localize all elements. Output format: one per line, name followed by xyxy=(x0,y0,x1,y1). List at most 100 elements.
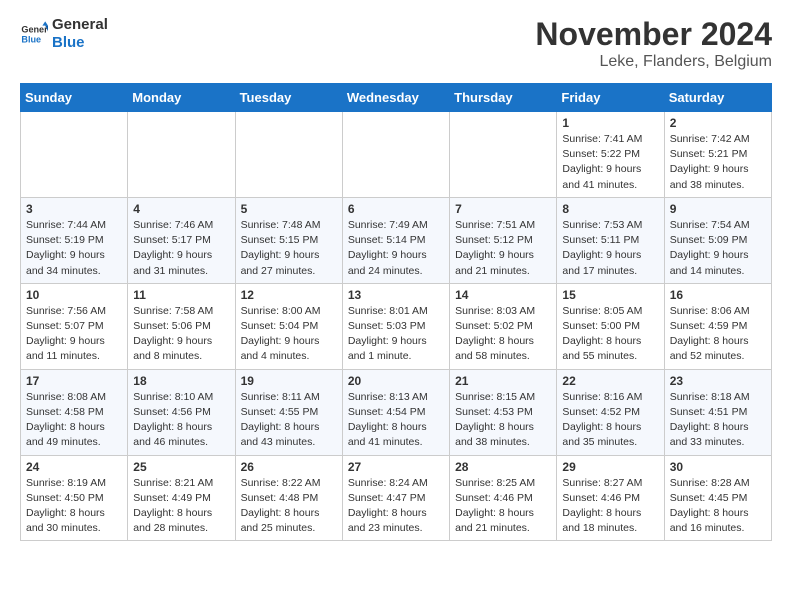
day-info: Sunrise: 7:58 AM Sunset: 5:06 PM Dayligh… xyxy=(133,304,229,365)
day-number: 6 xyxy=(348,202,444,216)
calendar-day-cell: 24 Sunrise: 8:19 AM Sunset: 4:50 PM Dayli… xyxy=(21,455,128,541)
day-number: 18 xyxy=(133,374,229,388)
calendar-day-cell: 14 Sunrise: 8:03 AM Sunset: 5:02 PM Dayli… xyxy=(450,283,557,369)
weekday-header-cell: Thursday xyxy=(450,84,557,112)
calendar-day-cell: 15 Sunrise: 8:05 AM Sunset: 5:00 PM Dayli… xyxy=(557,283,664,369)
day-number: 26 xyxy=(241,460,337,474)
calendar-day-cell xyxy=(21,112,128,198)
day-number: 24 xyxy=(26,460,122,474)
day-info: Sunrise: 8:01 AM Sunset: 5:03 PM Dayligh… xyxy=(348,304,444,365)
logo-general: General xyxy=(52,16,108,34)
day-info: Sunrise: 7:48 AM Sunset: 5:15 PM Dayligh… xyxy=(241,218,337,279)
header: General Blue General Blue November 2024 … xyxy=(20,16,772,71)
weekday-header-cell: Wednesday xyxy=(342,84,449,112)
calendar-table: SundayMondayTuesdayWednesdayThursdayFrid… xyxy=(20,83,772,541)
calendar-day-cell: 21Sunrise: 8:15 AM Sunset: 4:53 PM Dayli… xyxy=(450,369,557,455)
weekday-header-cell: Saturday xyxy=(664,84,771,112)
day-info: Sunrise: 8:13 AM Sunset: 4:54 PM Dayligh… xyxy=(348,390,444,451)
day-number: 19 xyxy=(241,374,337,388)
calendar-day-cell: 6 Sunrise: 7:49 AM Sunset: 5:14 PM Daylig… xyxy=(342,197,449,283)
calendar-day-cell: 9 Sunrise: 7:54 AM Sunset: 5:09 PM Daylig… xyxy=(664,197,771,283)
day-info: Sunrise: 7:44 AM Sunset: 5:19 PM Dayligh… xyxy=(26,218,122,279)
day-info: Sunrise: 7:49 AM Sunset: 5:14 PM Dayligh… xyxy=(348,218,444,279)
calendar-day-cell: 2 Sunrise: 7:42 AM Sunset: 5:21 PM Daylig… xyxy=(664,112,771,198)
calendar-day-cell: 26 Sunrise: 8:22 AM Sunset: 4:48 PM Dayli… xyxy=(235,455,342,541)
day-info: Sunrise: 8:00 AM Sunset: 5:04 PM Dayligh… xyxy=(241,304,337,365)
day-info: Sunrise: 7:56 AM Sunset: 5:07 PM Dayligh… xyxy=(26,304,122,365)
logo-blue: Blue xyxy=(52,34,108,52)
day-info: Sunrise: 8:05 AM Sunset: 5:00 PM Dayligh… xyxy=(562,304,658,365)
day-number: 7 xyxy=(455,202,551,216)
logo: General Blue General Blue xyxy=(20,16,108,52)
weekday-header-cell: Sunday xyxy=(21,84,128,112)
day-info: Sunrise: 7:42 AM Sunset: 5:21 PM Dayligh… xyxy=(670,132,766,193)
day-number: 14 xyxy=(455,288,551,302)
calendar-day-cell xyxy=(450,112,557,198)
day-info: Sunrise: 8:21 AM Sunset: 4:49 PM Dayligh… xyxy=(133,476,229,537)
day-number: 2 xyxy=(670,116,766,130)
day-info: Sunrise: 8:22 AM Sunset: 4:48 PM Dayligh… xyxy=(241,476,337,537)
calendar-day-cell: 30 Sunrise: 8:28 AM Sunset: 4:45 PM Dayli… xyxy=(664,455,771,541)
day-info: Sunrise: 8:03 AM Sunset: 5:02 PM Dayligh… xyxy=(455,304,551,365)
day-number: 15 xyxy=(562,288,658,302)
page: General Blue General Blue November 2024 … xyxy=(0,0,792,557)
calendar-day-cell: 17Sunrise: 8:08 AM Sunset: 4:58 PM Dayli… xyxy=(21,369,128,455)
day-info: Sunrise: 7:54 AM Sunset: 5:09 PM Dayligh… xyxy=(670,218,766,279)
day-number: 25 xyxy=(133,460,229,474)
day-number: 23 xyxy=(670,374,766,388)
day-number: 21 xyxy=(455,374,551,388)
day-info: Sunrise: 8:11 AM Sunset: 4:55 PM Dayligh… xyxy=(241,390,337,451)
day-number: 4 xyxy=(133,202,229,216)
day-number: 29 xyxy=(562,460,658,474)
day-number: 20 xyxy=(348,374,444,388)
day-number: 1 xyxy=(562,116,658,130)
weekday-header-row: SundayMondayTuesdayWednesdayThursdayFrid… xyxy=(21,84,772,112)
day-number: 28 xyxy=(455,460,551,474)
day-info: Sunrise: 8:25 AM Sunset: 4:46 PM Dayligh… xyxy=(455,476,551,537)
day-number: 11 xyxy=(133,288,229,302)
day-number: 27 xyxy=(348,460,444,474)
day-info: Sunrise: 8:28 AM Sunset: 4:45 PM Dayligh… xyxy=(670,476,766,537)
calendar-day-cell xyxy=(342,112,449,198)
day-number: 30 xyxy=(670,460,766,474)
calendar-day-cell: 18Sunrise: 8:10 AM Sunset: 4:56 PM Dayli… xyxy=(128,369,235,455)
day-info: Sunrise: 8:24 AM Sunset: 4:47 PM Dayligh… xyxy=(348,476,444,537)
calendar-day-cell: 3 Sunrise: 7:44 AM Sunset: 5:19 PM Daylig… xyxy=(21,197,128,283)
calendar-week-row: 10 Sunrise: 7:56 AM Sunset: 5:07 PM Dayli… xyxy=(21,283,772,369)
weekday-header-cell: Tuesday xyxy=(235,84,342,112)
calendar-day-cell: 28 Sunrise: 8:25 AM Sunset: 4:46 PM Dayli… xyxy=(450,455,557,541)
day-number: 3 xyxy=(26,202,122,216)
calendar-day-cell: 12 Sunrise: 8:00 AM Sunset: 5:04 PM Dayli… xyxy=(235,283,342,369)
calendar-week-row: 1Sunrise: 7:41 AM Sunset: 5:22 PM Daylig… xyxy=(21,112,772,198)
calendar-day-cell: 11 Sunrise: 7:58 AM Sunset: 5:06 PM Dayli… xyxy=(128,283,235,369)
day-info: Sunrise: 8:18 AM Sunset: 4:51 PM Dayligh… xyxy=(670,390,766,451)
svg-text:General: General xyxy=(21,25,48,35)
day-number: 13 xyxy=(348,288,444,302)
calendar-day-cell: 20 Sunrise: 8:13 AM Sunset: 4:54 PM Dayli… xyxy=(342,369,449,455)
day-info: Sunrise: 7:53 AM Sunset: 5:11 PM Dayligh… xyxy=(562,218,658,279)
calendar-day-cell: 22Sunrise: 8:16 AM Sunset: 4:52 PM Dayli… xyxy=(557,369,664,455)
day-number: 9 xyxy=(670,202,766,216)
calendar-day-cell: 8Sunrise: 7:53 AM Sunset: 5:11 PM Daylig… xyxy=(557,197,664,283)
day-number: 12 xyxy=(241,288,337,302)
logo-icon: General Blue xyxy=(20,20,48,48)
calendar-day-cell xyxy=(235,112,342,198)
day-number: 10 xyxy=(26,288,122,302)
calendar-day-cell: 4 Sunrise: 7:46 AM Sunset: 5:17 PM Daylig… xyxy=(128,197,235,283)
calendar-body: 1Sunrise: 7:41 AM Sunset: 5:22 PM Daylig… xyxy=(21,112,772,541)
day-info: Sunrise: 8:08 AM Sunset: 4:58 PM Dayligh… xyxy=(26,390,122,451)
weekday-header-cell: Friday xyxy=(557,84,664,112)
calendar-week-row: 24 Sunrise: 8:19 AM Sunset: 4:50 PM Dayli… xyxy=(21,455,772,541)
calendar-day-cell: 27 Sunrise: 8:24 AM Sunset: 4:47 PM Dayli… xyxy=(342,455,449,541)
day-info: Sunrise: 8:27 AM Sunset: 4:46 PM Dayligh… xyxy=(562,476,658,537)
day-info: Sunrise: 8:19 AM Sunset: 4:50 PM Dayligh… xyxy=(26,476,122,537)
calendar-day-cell: 29 Sunrise: 8:27 AM Sunset: 4:46 PM Dayli… xyxy=(557,455,664,541)
day-info: Sunrise: 8:06 AM Sunset: 4:59 PM Dayligh… xyxy=(670,304,766,365)
title-block: November 2024 Leke, Flanders, Belgium xyxy=(535,16,772,71)
month-title: November 2024 xyxy=(535,16,772,53)
calendar-week-row: 3 Sunrise: 7:44 AM Sunset: 5:19 PM Daylig… xyxy=(21,197,772,283)
calendar-day-cell: 5Sunrise: 7:48 AM Sunset: 5:15 PM Daylig… xyxy=(235,197,342,283)
day-info: Sunrise: 7:46 AM Sunset: 5:17 PM Dayligh… xyxy=(133,218,229,279)
calendar-day-cell: 16Sunrise: 8:06 AM Sunset: 4:59 PM Dayli… xyxy=(664,283,771,369)
calendar-day-cell xyxy=(128,112,235,198)
